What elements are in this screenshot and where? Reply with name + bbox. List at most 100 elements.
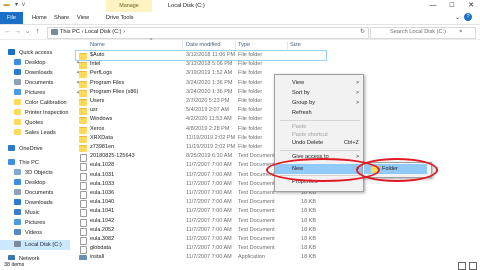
folder-icon xyxy=(79,62,87,70)
sidebar-item-label: OneDrive xyxy=(19,146,43,152)
file-date: 11/7/2007 7:00 AM xyxy=(186,190,232,196)
column-divider[interactable] xyxy=(287,41,288,49)
file-type: Text Document xyxy=(238,217,275,224)
sidebar-item[interactable]: 3D Objects xyxy=(14,168,53,178)
breadcrumb[interactable]: This PC › Local Disk (C:) › xyxy=(60,27,125,37)
recent-locations-button[interactable]: ⌄ xyxy=(23,25,32,39)
file-name: eula.1040 xyxy=(90,199,115,206)
menu-item-sort-by[interactable]: Sort by xyxy=(292,88,310,98)
sidebar-item[interactable]: Documents xyxy=(14,188,53,198)
column-header-type[interactable]: Type xyxy=(238,40,250,50)
documents-icon xyxy=(14,79,21,85)
menu-item-undo-delete[interactable]: Undo Delete xyxy=(292,138,323,148)
back-button[interactable]: ← xyxy=(3,25,12,39)
sidebar-item-label: 3D Objects xyxy=(25,170,53,176)
sidebar-item[interactable]: Quotes xyxy=(14,118,43,128)
star-icon xyxy=(8,49,15,55)
file-row[interactable]: eula.2052 11/7/2007 7:00 AM Text Document 1… xyxy=(76,226,326,236)
sidebar-item[interactable]: Sales Leads xyxy=(14,128,56,138)
close-button[interactable]: ✕ xyxy=(462,0,480,12)
sidebar-item[interactable]: Videos xyxy=(14,228,42,238)
file-row[interactable]: eula.3082 11/7/2007 7:00 AM Text Document 1… xyxy=(76,235,326,245)
sidebar-item-label: Downloads xyxy=(25,70,53,76)
large-icons-view-icon[interactable] xyxy=(469,262,477,270)
file-size: 18 KB xyxy=(301,217,316,224)
folder-icon xyxy=(79,71,87,79)
file-row[interactable]: $Auto 3/12/2018 11:06 PM File folder xyxy=(75,50,327,61)
chevron-down-icon[interactable]: ⌄ xyxy=(455,12,460,24)
sidebar-item[interactable]: Color Calibration xyxy=(14,98,67,108)
search-icon[interactable]: ⌕ xyxy=(459,27,463,37)
drive-icon xyxy=(14,241,21,247)
column-divider[interactable] xyxy=(182,41,183,49)
sidebar-item[interactable]: Local Disk (C:) xyxy=(14,240,62,250)
help-icon[interactable]: ? xyxy=(464,13,472,21)
file-row[interactable]: eula.1040 11/7/2007 7:00 AM Text Document 1… xyxy=(76,198,326,209)
file-name: eula.1028 xyxy=(90,162,115,169)
minimize-button[interactable]: — xyxy=(424,0,442,12)
file-type: File folder xyxy=(238,125,263,132)
menu-item-view[interactable]: View xyxy=(292,78,304,88)
sidebar-item[interactable]: Pictures✦ xyxy=(14,88,80,98)
sidebar-item[interactable]: Desktop xyxy=(14,178,46,188)
sidebar-item[interactable]: Pictures xyxy=(14,218,45,228)
file-date: 3/24/2020 1:36 PM xyxy=(186,88,233,95)
file-type: File folder xyxy=(238,70,263,77)
file-type: File folder xyxy=(238,107,263,114)
sidebar-item-label: Downloads xyxy=(25,200,53,206)
sidebar-item[interactable]: Desktop✦ xyxy=(14,58,80,68)
menu-item-group-by[interactable]: Group by xyxy=(292,98,315,108)
sidebar-item[interactable]: Downloads✦ xyxy=(14,68,80,78)
file-row[interactable]: eula.1041 11/7/2007 7:00 AM Text Document 1… xyxy=(76,207,326,218)
sidebar-item[interactable]: Music xyxy=(14,208,40,218)
tab-share[interactable]: Share xyxy=(54,12,69,24)
title-bar xyxy=(0,0,480,12)
submenu-arrow-icon: > xyxy=(356,90,360,96)
file-date: 11/7/2007 7:00 AM xyxy=(186,171,232,178)
drive-icon xyxy=(51,29,58,35)
forward-button[interactable]: → xyxy=(13,25,22,39)
file-row[interactable]: eula.1042 11/7/2007 7:00 AM Text Document 1… xyxy=(76,217,326,227)
column-header-date[interactable]: Date modified xyxy=(186,40,221,50)
tab-file[interactable]: File xyxy=(0,12,23,24)
sidebar-item-label: This PC xyxy=(19,160,39,166)
sidebar-item[interactable]: Documents✦ xyxy=(14,78,80,88)
file-type: Text Document xyxy=(238,199,275,206)
column-divider[interactable] xyxy=(235,41,236,49)
maximize-button[interactable]: ☐ xyxy=(443,0,461,12)
column-header-name[interactable]: Name xyxy=(90,40,105,50)
file-row[interactable]: Intel 3/12/2018 5:06 PM File folder xyxy=(76,60,326,70)
sidebar-item-label: Music xyxy=(25,210,40,216)
file-row[interactable]: globdata 11/7/2007 7:00 AM Text Document 18… xyxy=(76,244,326,255)
quick-access-toolbar[interactable]: ▾ xyxy=(13,2,20,9)
sidebar-item[interactable]: Downloads xyxy=(14,198,53,208)
up-button[interactable]: ↑ xyxy=(33,25,42,39)
file-name: eula.1031 xyxy=(90,171,115,178)
file-type: Text Document xyxy=(238,153,275,160)
file-size: 18 KB xyxy=(301,236,316,242)
music-icon xyxy=(14,209,21,215)
sidebar-item[interactable]: OneDrive xyxy=(8,144,43,154)
file-name: Users xyxy=(90,98,105,104)
sidebar-item[interactable]: This PC xyxy=(8,158,39,168)
menu-separator xyxy=(280,120,360,121)
sidebar-item-label: Local Disk (C:) xyxy=(25,242,62,248)
file-date: 11/7/2007 7:00 AM xyxy=(186,180,232,187)
sidebar-item-label: Desktop xyxy=(25,60,46,66)
refresh-icon[interactable]: ↻ xyxy=(360,27,365,37)
sidebar-item[interactable]: Quick access xyxy=(8,48,52,58)
pictures-icon xyxy=(14,89,21,95)
folder-icon xyxy=(79,89,87,97)
details-view-icon[interactable] xyxy=(458,262,466,270)
quick-access-label: v xyxy=(22,2,25,8)
tab-view[interactable]: View xyxy=(77,12,89,24)
menu-item-refresh[interactable]: Refresh xyxy=(292,108,312,118)
computer-icon xyxy=(8,159,15,165)
tab-home[interactable]: Home xyxy=(32,12,47,24)
tab-drive-tools[interactable]: Drive Tools xyxy=(106,12,134,24)
manage-tab[interactable]: Manage xyxy=(106,0,152,12)
column-header-size[interactable]: Size xyxy=(290,40,301,50)
submenu-arrow-icon: > xyxy=(356,80,360,86)
sidebar-item[interactable]: Printer Inspection xyxy=(14,108,69,118)
file-name: eula.3082 xyxy=(90,236,115,242)
